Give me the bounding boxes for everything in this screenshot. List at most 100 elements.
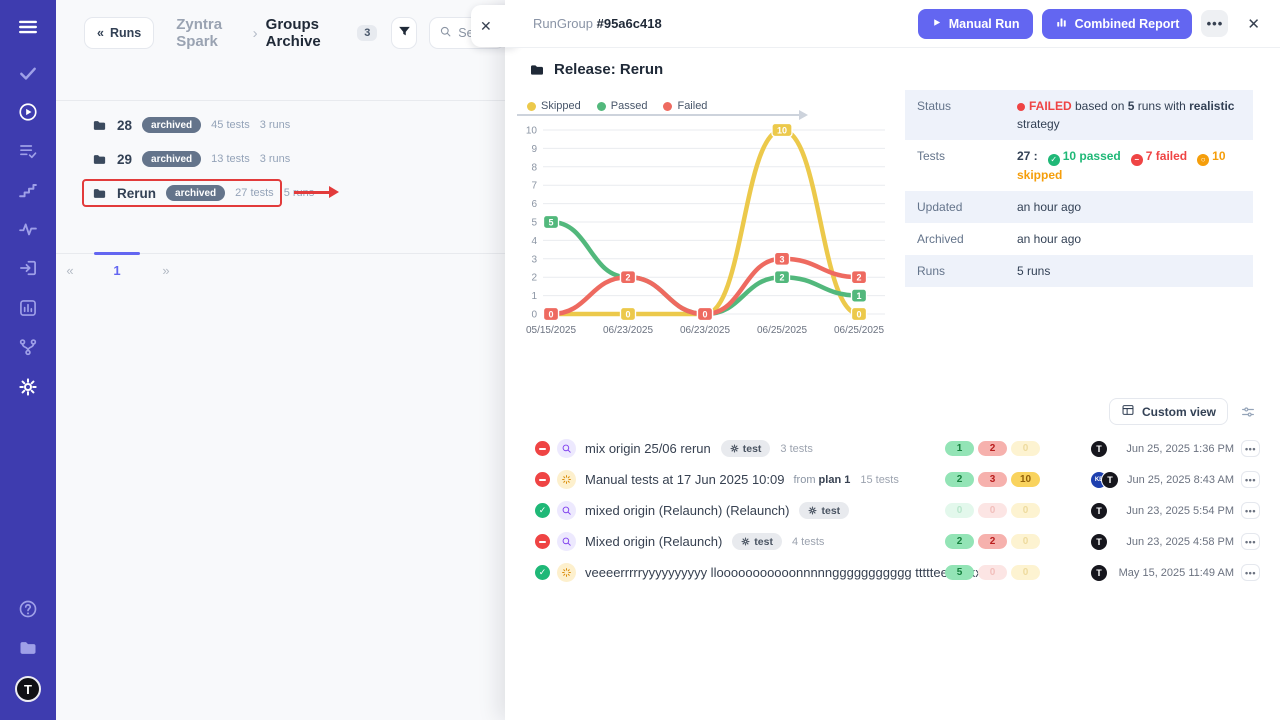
run-more-button[interactable]: ••• [1241, 471, 1260, 488]
pagination: « 1 » [56, 253, 505, 278]
svg-text:3: 3 [531, 254, 537, 265]
folder-icon [529, 62, 545, 78]
summary-row-status: StatusFAILED based on 5 runs with realis… [905, 90, 1253, 140]
group-row-rerun[interactable]: Rerunarchived27 tests5 runs [56, 176, 505, 210]
sidebar-menu-icon[interactable] [0, 16, 56, 38]
folder-icon [92, 152, 107, 167]
archived-badge: archived [142, 117, 201, 133]
run-failed-icon [535, 441, 550, 456]
run-date: Jun 23, 2025 5:54 PM [1074, 505, 1234, 517]
svg-text:4: 4 [531, 236, 537, 247]
rungroup-title: RunGroup #95a6c418 [533, 16, 662, 31]
svg-text:06/25/2025: 06/25/2025 [834, 325, 884, 336]
custom-view-button[interactable]: Custom view [1109, 398, 1228, 425]
sidebar-folder-icon[interactable] [0, 638, 56, 658]
svg-text:2: 2 [531, 273, 537, 284]
pagination-prev-button[interactable]: « [56, 263, 84, 278]
count-badge-skipped: 10 [1011, 472, 1040, 487]
sidebar-import-icon[interactable] [0, 258, 56, 278]
group-tests-count: 13 tests [211, 153, 250, 165]
run-tag-badge: test [799, 502, 849, 519]
sidebar-steps-icon[interactable] [0, 180, 56, 200]
breadcrumb-project[interactable]: Zyntra Spark [176, 16, 244, 50]
table-view-icon [1121, 403, 1135, 420]
svg-text:0: 0 [531, 310, 537, 321]
count-badge-failed: 2 [978, 534, 1007, 549]
bar-chart-icon [1055, 16, 1068, 32]
svg-text:2: 2 [856, 273, 861, 283]
group-runs-count: 3 runs [260, 153, 291, 165]
legend-dot-icon [597, 102, 606, 111]
run-title[interactable]: Mixed origin (Relaunch) [585, 534, 722, 549]
run-row[interactable]: ✓ mixed origin (Relaunch) (Relaunch) test 0… [505, 495, 1280, 526]
sidebar-play-circle-icon[interactable] [0, 102, 56, 122]
sidebar-activity-icon[interactable] [0, 219, 56, 239]
group-tests-count: 45 tests [211, 119, 250, 131]
filter-button[interactable] [391, 17, 417, 49]
sidebar-check-icon[interactable] [0, 63, 56, 83]
legend-item-skipped[interactable]: Skipped [527, 100, 581, 112]
sidebar-branch-icon[interactable] [0, 337, 56, 357]
count-badge-failed: 3 [978, 472, 1007, 487]
run-passed-icon: ✓ [535, 503, 550, 518]
release-title: Release: Rerun [529, 61, 663, 78]
run-title[interactable]: mixed origin (Relaunch) (Relaunch) [585, 503, 789, 518]
trend-arrow-icon [517, 114, 800, 116]
run-title[interactable]: mix origin 25/06 rerun [585, 441, 711, 456]
sidebar-gear-icon[interactable] [0, 377, 56, 397]
run-row[interactable]: Mixed origin (Relaunch)test4 tests220TJu… [505, 526, 1280, 557]
automated-run-icon [557, 439, 576, 458]
svg-text:0: 0 [625, 310, 630, 320]
legend-item-failed[interactable]: Failed [663, 100, 707, 112]
count-badge-failed: 0 [978, 565, 1007, 580]
combined-report-button[interactable]: Combined Report [1042, 9, 1193, 39]
run-plan-link[interactable]: from plan 1 [793, 474, 850, 486]
folder-icon [92, 186, 107, 201]
breadcrumb-page: Groups Archive [266, 16, 350, 50]
group-list: 28archived45 tests3 runs29archived13 tes… [56, 108, 505, 210]
group-row-28[interactable]: 28archived45 tests3 runs [56, 108, 505, 142]
sidebar-report-icon[interactable] [0, 298, 56, 318]
run-row[interactable]: mix origin 25/06 reruntest3 tests120TJun… [505, 433, 1280, 464]
group-tests-count: 27 tests [235, 187, 274, 199]
more-actions-button[interactable]: ••• [1201, 10, 1228, 37]
back-to-runs-button[interactable]: « Runs [84, 17, 154, 49]
run-more-button[interactable]: ••• [1241, 564, 1260, 581]
runs-list: mix origin 25/06 reruntest3 tests120TJun… [505, 433, 1280, 588]
user-avatar[interactable]: T [15, 676, 41, 702]
rungroup-id: #95a6c418 [597, 16, 662, 31]
runs-trend-chart: 10987654321005/15/202506/23/202506/23/20… [511, 118, 893, 346]
play-icon [931, 17, 942, 31]
run-more-button[interactable]: ••• [1241, 502, 1260, 519]
summary-row-archived: Archivedan hour ago [905, 223, 1253, 255]
pagination-page-1[interactable]: 1 [94, 263, 140, 278]
svg-text:5: 5 [548, 218, 553, 228]
sidebar-help-icon[interactable] [0, 599, 56, 619]
run-more-button[interactable]: ••• [1241, 440, 1260, 457]
run-title[interactable]: Manual tests at 17 Jun 2025 10:09 [585, 472, 784, 487]
legend-item-passed[interactable]: Passed [597, 100, 648, 112]
run-date: Jun 23, 2025 4:58 PM [1074, 536, 1234, 548]
left-topbar: « Runs Zyntra Spark › Groups Archive 3 S… [56, 16, 505, 50]
legend-dot-icon [663, 102, 672, 111]
manual-run-button[interactable]: Manual Run [918, 9, 1033, 39]
svg-text:6: 6 [531, 199, 537, 210]
run-tag-badge: test [721, 440, 771, 457]
sliders-icon[interactable] [1240, 404, 1256, 420]
sidebar-list-check-icon[interactable] [0, 141, 56, 161]
run-row[interactable]: Manual tests at 17 Jun 2025 10:09 from pl… [505, 464, 1280, 495]
count-badge-skipped: 0 [1011, 441, 1040, 456]
pagination-next-button[interactable]: » [152, 263, 180, 278]
group-row-29[interactable]: 29archived13 tests3 runs [56, 142, 505, 176]
run-more-button[interactable]: ••• [1241, 533, 1260, 550]
close-panel-icon[interactable]: ✕ [1243, 15, 1264, 33]
chart-legend: Skipped Passed Failed [527, 100, 707, 112]
count-badge-skipped: 0 [1011, 503, 1040, 518]
count-badge-passed: 1 [945, 441, 974, 456]
svg-text:0: 0 [548, 310, 553, 320]
archived-badge: archived [166, 185, 225, 201]
run-row[interactable]: ✓veeeerrrrryyyyyyyyyy llooooooooooonnnnn… [505, 557, 1280, 588]
count-badge-passed: 2 [945, 534, 974, 549]
svg-text:05/15/2025: 05/15/2025 [526, 325, 576, 336]
run-title[interactable]: veeeerrrrryyyyyyyyyy llooooooooooonnnnng… [585, 565, 995, 580]
